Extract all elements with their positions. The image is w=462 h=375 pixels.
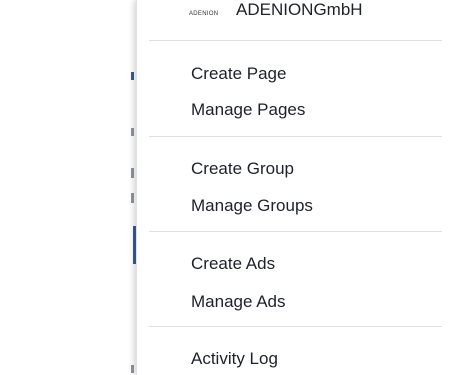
menu-divider — [149, 40, 442, 41]
create-ads-item[interactable]: Create Ads — [137, 248, 462, 278]
create-page-label: Create Page — [191, 64, 287, 83]
create-page-item[interactable]: Create Page — [137, 58, 462, 88]
manage-ads-label: Manage Ads — [191, 292, 286, 311]
background-fragment — [131, 128, 134, 136]
activity-log-label: Activity Log — [191, 349, 278, 368]
account-name: ADENIONGmbH — [236, 0, 363, 19]
menu-divider — [149, 136, 442, 137]
background-page — [0, 0, 136, 375]
menu-divider — [149, 231, 442, 232]
create-ads-label: Create Ads — [191, 254, 276, 273]
background-fragment — [131, 168, 134, 178]
account-switch-item[interactable]: ADENION ADENIONGmbH — [137, 0, 462, 30]
create-group-item[interactable]: Create Group — [137, 153, 462, 183]
background-fragment — [131, 72, 134, 80]
manage-groups-item[interactable]: Manage Groups — [137, 190, 462, 220]
manage-ads-item[interactable]: Manage Ads — [137, 286, 462, 316]
manage-pages-label: Manage Pages — [191, 100, 306, 119]
activity-log-item[interactable]: Activity Log — [137, 343, 462, 373]
manage-groups-label: Manage Groups — [191, 196, 313, 215]
background-fragment — [131, 193, 134, 203]
menu-divider — [149, 326, 442, 327]
account-dropdown-menu: ADENION ADENIONGmbH Create Page Manage P… — [136, 0, 462, 375]
create-group-label: Create Group — [191, 159, 294, 178]
manage-pages-item[interactable]: Manage Pages — [137, 94, 462, 124]
background-fragment — [131, 365, 134, 373]
adenion-logo: ADENION — [189, 11, 219, 17]
